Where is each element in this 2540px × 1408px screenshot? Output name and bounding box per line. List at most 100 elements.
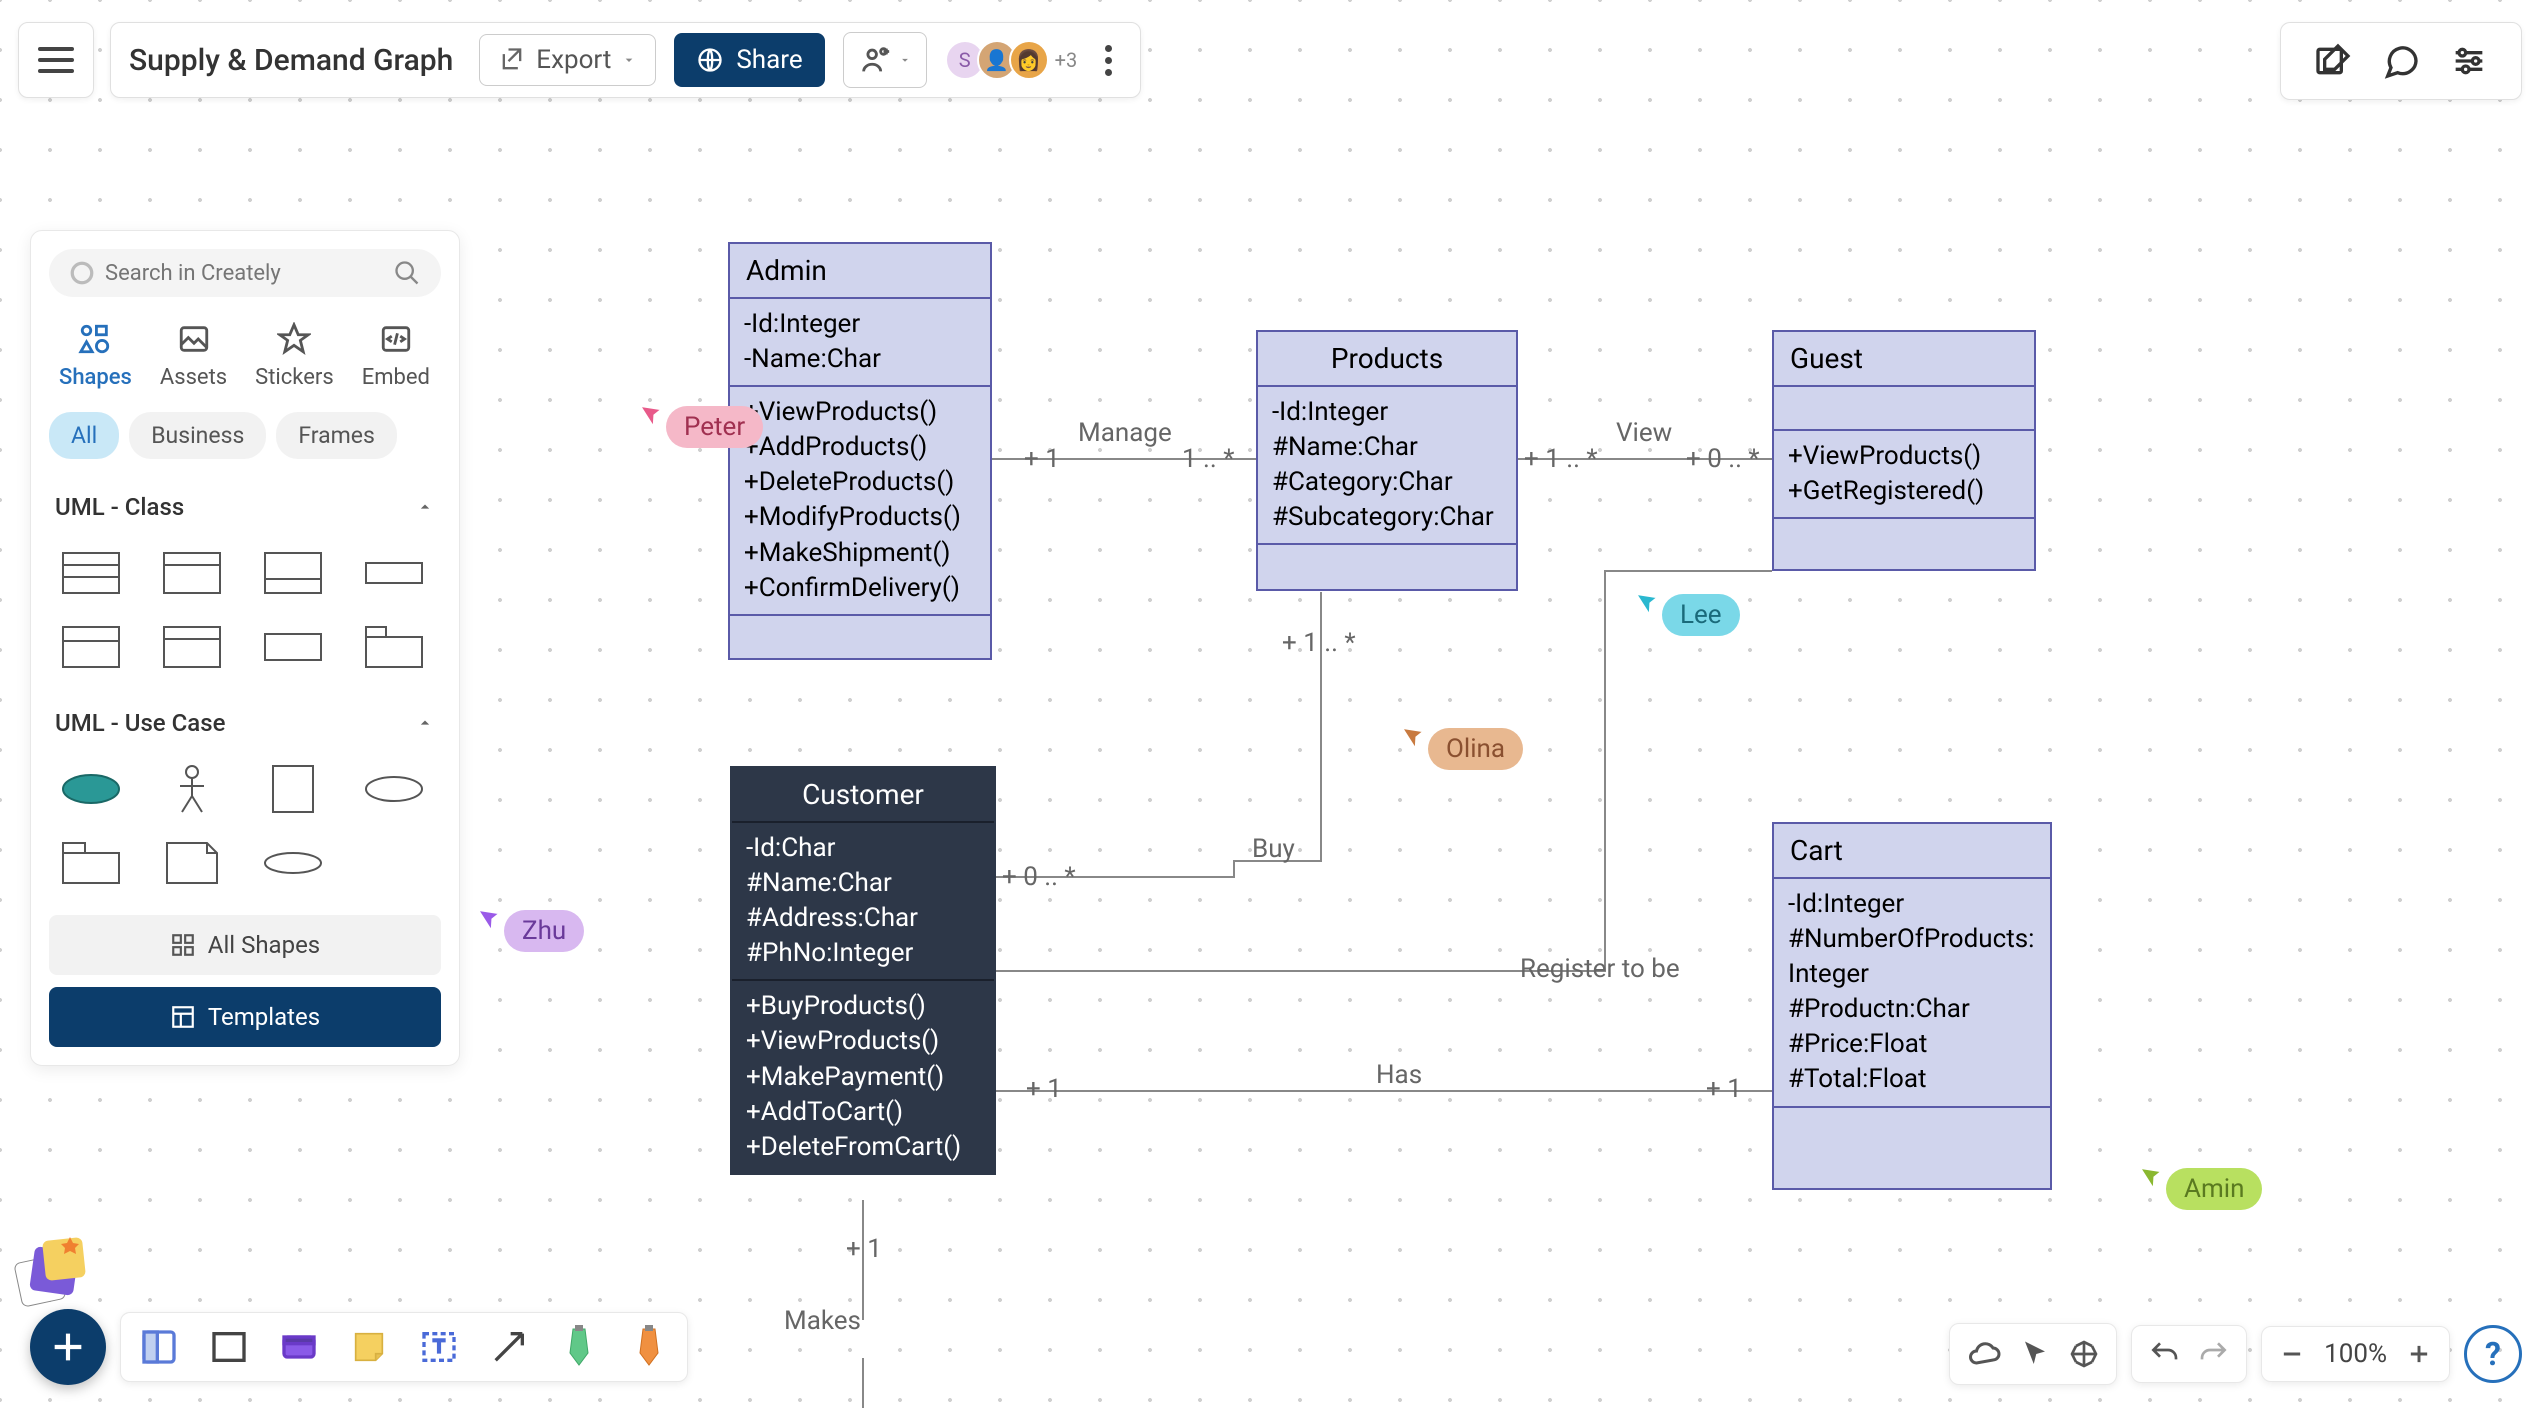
tab-embed[interactable]: Embed <box>362 319 430 390</box>
cloud-sync-button[interactable] <box>1966 1336 2002 1372</box>
shape-class-alt2[interactable] <box>156 619 228 675</box>
uml-class-guest[interactable]: Guest +ViewProducts() +GetRegistered() <box>1772 330 2036 571</box>
uml-attributes <box>1774 387 2034 431</box>
more-menu-button[interactable] <box>1095 45 1122 76</box>
shape-rect-thin[interactable] <box>358 545 430 601</box>
avatar-group[interactable]: S 👤 👩 +3 <box>945 40 1078 80</box>
shape-class-t2row[interactable] <box>257 545 329 601</box>
add-button[interactable] <box>30 1309 106 1385</box>
templates-button[interactable]: Templates <box>49 987 441 1047</box>
edit-button[interactable] <box>2309 37 2357 85</box>
relation-label-view: View <box>1616 418 1672 448</box>
stickers-stack-icon[interactable] <box>8 1229 92 1317</box>
search-input[interactable] <box>105 261 393 286</box>
uml-attributes: -Id:Integer #Name:Char #Category:Char #S… <box>1258 387 1516 545</box>
relation-label-register: Register to be <box>1520 954 1680 984</box>
collab-label: Amin <box>2166 1168 2262 1210</box>
redo-button[interactable] <box>2198 1338 2230 1370</box>
avatar[interactable]: 👩 <box>1009 40 1049 80</box>
connector-buy-v[interactable] <box>1233 860 1235 878</box>
shape-rect[interactable] <box>257 619 329 675</box>
shape-package[interactable] <box>358 619 430 675</box>
tab-shapes[interactable]: Shapes <box>59 319 132 390</box>
shape-class-2row[interactable] <box>156 545 228 601</box>
search-box[interactable] <box>49 249 441 297</box>
relation-label-makes: Makes <box>784 1306 861 1336</box>
arrow-tool[interactable] <box>485 1323 533 1371</box>
shape-note[interactable] <box>156 835 228 891</box>
pan-tool[interactable] <box>2068 1338 2100 1370</box>
shape-actor[interactable] <box>156 761 228 817</box>
uml-empty-section <box>1774 519 2034 569</box>
zoom-level[interactable]: 100% <box>2324 1339 2387 1369</box>
multiplicity: + 1 <box>846 1234 882 1264</box>
frame-tool[interactable] <box>135 1323 183 1371</box>
document-title[interactable]: Supply & Demand Graph <box>129 43 461 78</box>
connector-makes-tail[interactable] <box>862 1358 864 1408</box>
connector-register-v[interactable] <box>1604 570 1606 972</box>
undo-button[interactable] <box>2148 1338 2180 1370</box>
chip-frames[interactable]: Frames <box>276 412 397 459</box>
invite-button[interactable] <box>843 32 927 88</box>
zoom-out-button[interactable] <box>2278 1340 2306 1368</box>
uml-attributes: -Id:Char #Name:Char #Address:Char #PhNo:… <box>732 823 994 981</box>
highlighter-orange-tool[interactable] <box>625 1323 673 1371</box>
top-title-bar: Supply & Demand Graph Export Share S 👤 👩… <box>110 22 1141 98</box>
rect-tool[interactable] <box>205 1323 253 1371</box>
pointer-tool[interactable] <box>2020 1339 2050 1369</box>
menu-button[interactable] <box>18 22 94 98</box>
tab-label: Embed <box>362 365 430 390</box>
uml-title: Customer <box>732 768 994 823</box>
comments-button[interactable] <box>2377 37 2425 85</box>
templates-label: Templates <box>208 1003 320 1031</box>
shape-folder[interactable] <box>55 835 127 891</box>
zoom-in-button[interactable] <box>2405 1340 2433 1368</box>
connector-has[interactable] <box>996 1090 1772 1092</box>
shape-oval-small[interactable] <box>257 835 329 891</box>
hamburger-icon <box>38 47 74 73</box>
uml-attributes: -Id:Integer #NumberOfProducts: Integer #… <box>1774 879 2050 1108</box>
shape-boundary-rect[interactable] <box>257 761 329 817</box>
share-button[interactable]: Share <box>674 33 824 87</box>
shape-class-alt[interactable] <box>55 619 127 675</box>
text-tool[interactable] <box>415 1323 463 1371</box>
highlighter-green-tool[interactable] <box>555 1323 603 1371</box>
export-icon <box>498 46 526 74</box>
chip-all[interactable]: All <box>49 412 119 459</box>
globe-icon <box>696 46 724 74</box>
collab-cursor-peter: Peter <box>640 382 763 448</box>
search-icon <box>393 259 421 287</box>
uml-class-admin[interactable]: Admin -Id:Integer -Name:Char +ViewProduc… <box>728 242 992 660</box>
uml-class-cart[interactable]: Cart -Id:Integer #NumberOfProducts: Inte… <box>1772 822 2052 1190</box>
shapes-sidebar: Shapes Assets Stickers Embed All Busines… <box>30 230 460 1066</box>
relation-label-has: Has <box>1376 1060 1422 1090</box>
shape-class-3row[interactable] <box>55 545 127 601</box>
help-button[interactable]: ? <box>2464 1325 2522 1383</box>
section-uml-usecase[interactable]: UML - Use Case <box>49 699 441 747</box>
collab-label: Peter <box>666 406 763 448</box>
shape-usecase-oval[interactable] <box>55 761 127 817</box>
uml-title: Guest <box>1774 332 2034 387</box>
tab-stickers[interactable]: Stickers <box>255 319 334 390</box>
chevron-up-icon <box>415 713 435 733</box>
settings-button[interactable] <box>2445 37 2493 85</box>
chat-icon <box>2381 41 2421 81</box>
chip-business[interactable]: Business <box>129 412 266 459</box>
shape-oval-outline[interactable] <box>358 761 430 817</box>
collab-label: Olina <box>1428 728 1523 770</box>
uml-class-customer[interactable]: Customer -Id:Char #Name:Char #Address:Ch… <box>730 766 996 1175</box>
multiplicity: + 1 .. * <box>1282 628 1356 658</box>
bottom-toolbar <box>120 1312 688 1382</box>
avatar-more-count[interactable]: +3 <box>1055 48 1078 72</box>
card-tool[interactable] <box>275 1323 323 1371</box>
tab-assets[interactable]: Assets <box>160 319 227 390</box>
star-icon <box>277 322 311 356</box>
section-uml-class[interactable]: UML - Class <box>49 483 441 531</box>
export-button[interactable]: Export <box>479 34 656 86</box>
uml-class-products[interactable]: Products -Id:Integer #Name:Char #Categor… <box>1256 330 1518 591</box>
collab-cursor-amin: Amin <box>2140 1144 2262 1210</box>
connector-register-h1[interactable] <box>996 970 1512 972</box>
sticky-tool[interactable] <box>345 1323 393 1371</box>
all-shapes-button[interactable]: All Shapes <box>49 915 441 975</box>
multiplicity: + 1 <box>1706 1074 1742 1104</box>
